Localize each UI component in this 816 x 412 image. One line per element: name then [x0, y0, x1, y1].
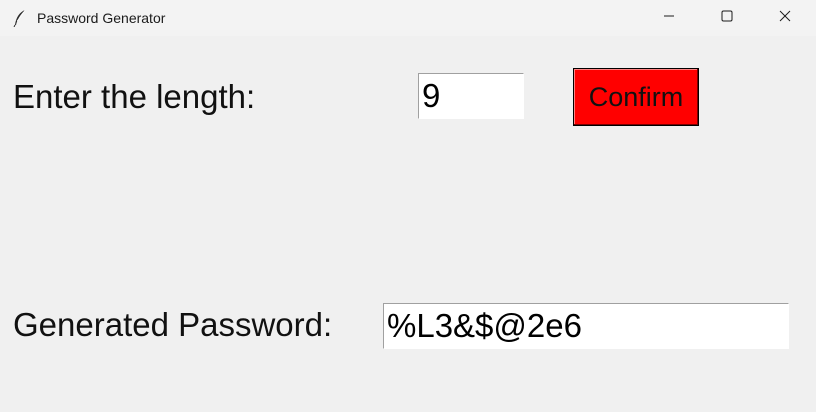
app-window: Password Generator Enter the length: 9 C…: [0, 0, 816, 412]
maximize-button[interactable]: [698, 0, 756, 36]
feather-icon: [13, 9, 27, 28]
password-output[interactable]: [383, 303, 789, 349]
password-label: Generated Password:: [13, 306, 333, 343]
length-input[interactable]: [418, 73, 524, 119]
length-label: Enter the length:: [13, 78, 256, 115]
title-bar[interactable]: Password Generator: [0, 0, 816, 36]
minimize-icon: [663, 9, 675, 27]
minimize-button[interactable]: [640, 0, 698, 36]
confirm-button[interactable]: Confirm: [573, 68, 699, 126]
maximize-icon: [721, 9, 733, 27]
close-icon: [779, 9, 791, 27]
window-title: Password Generator: [37, 10, 166, 26]
close-button[interactable]: [756, 0, 814, 36]
